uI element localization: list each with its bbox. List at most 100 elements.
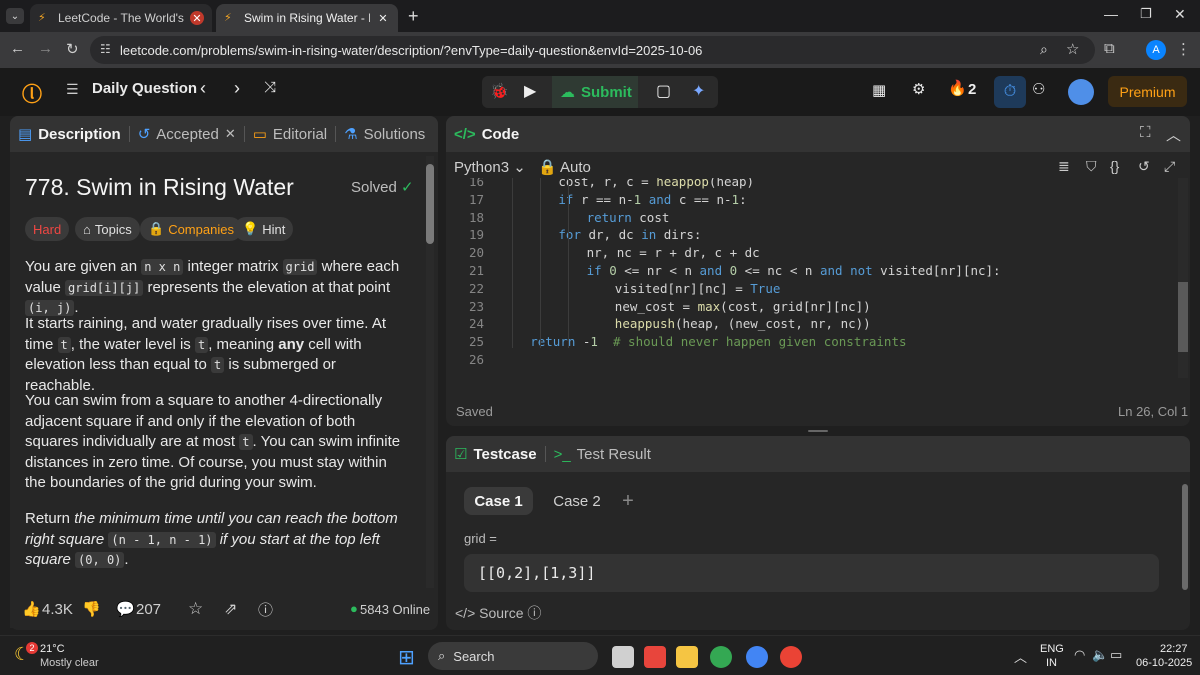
daily-question-link[interactable]: Daily Question	[92, 80, 197, 97]
tab-editorial[interactable]: ▭ Editorial	[245, 125, 335, 144]
debug-icon[interactable]: 🐞	[490, 82, 509, 100]
braces-icon[interactable]: {}	[1110, 158, 1119, 174]
url-field[interactable]: ☷ leetcode.com/problems/swim-in-rising-w…	[90, 36, 1095, 64]
difficulty-badge[interactable]: Hard	[25, 217, 70, 241]
code-line[interactable]: 18 return cost	[446, 210, 1176, 228]
back-icon[interactable]: ←	[10, 40, 25, 57]
notes-icon[interactable]: ▢	[656, 81, 671, 101]
run-icon[interactable]: ▶	[524, 81, 536, 101]
add-case-icon[interactable]: +	[616, 487, 640, 515]
auto-mode-toggle[interactable]: 🔒 Auto	[538, 158, 591, 176]
source-link[interactable]: </> Source ⓘ	[455, 603, 541, 623]
tab-accepted[interactable]: ↺ Accepted ✕	[130, 125, 244, 144]
tab-test-result[interactable]: >_ Test Result	[546, 446, 659, 463]
code-tab[interactable]: </> Code	[446, 126, 527, 143]
timer-icon[interactable]: ⏱	[994, 76, 1026, 108]
code-line[interactable]: 23 new_cost = max(cost, grid[nr][nc])	[446, 299, 1176, 317]
scrollbar-thumb[interactable]	[426, 164, 434, 244]
show-hidden-icons-icon[interactable]: ︿	[1014, 647, 1027, 666]
code-line[interactable]: 17 if r == n-1 and c == n-1:	[446, 192, 1176, 210]
restore-icon[interactable]: ❐	[1140, 6, 1152, 22]
collapse-chevron-icon[interactable]: ︿	[1166, 124, 1181, 145]
layout-grid-icon[interactable]: ▦	[872, 81, 886, 99]
hint-button[interactable]: 💡 Hint	[234, 217, 294, 241]
add-friend-icon[interactable]: ⚇	[1032, 80, 1045, 98]
site-info-icon[interactable]: ☷	[100, 42, 111, 56]
code-line[interactable]: 24 heappush(heap, (new_cost, nr, nc))	[446, 316, 1176, 334]
code-line[interactable]: 21 if 0 <= nr < n and 0 <= nc < n and not…	[446, 263, 1176, 281]
maximize-icon[interactable]: ⛶	[1140, 124, 1151, 141]
submit-button[interactable]: ☁ Submit	[552, 76, 638, 108]
code-line[interactable]: 20 nr, nc = r + dr, c + dc	[446, 245, 1176, 263]
comment-icon[interactable]: 💬	[116, 600, 135, 618]
help-icon[interactable]: ⓘ	[258, 599, 273, 620]
resize-handle[interactable]	[808, 430, 828, 432]
forward-icon[interactable]: →	[38, 40, 53, 57]
thumbs-down-icon[interactable]: 👎	[82, 600, 101, 618]
testcase-scrollbar[interactable]	[1182, 484, 1188, 590]
battery-icon[interactable]: ▭	[1110, 647, 1122, 663]
prev-problem-icon[interactable]: ‹	[200, 78, 206, 99]
task-view-icon[interactable]	[612, 646, 634, 668]
reset-icon[interactable]: ↺	[1138, 158, 1150, 175]
chrome-profile-icon[interactable]	[746, 646, 768, 668]
tab-solutions[interactable]: ⚗ Solutions	[336, 125, 433, 144]
close-tab-icon[interactable]: ✕	[376, 11, 390, 25]
code-line[interactable]: 26	[446, 352, 1176, 370]
format-icon[interactable]: ≣	[1058, 158, 1070, 175]
bookmark-icon[interactable]: ⛉	[1086, 158, 1097, 175]
shuffle-icon[interactable]: ⤨	[264, 79, 276, 96]
problem-list-icon[interactable]: ☰	[66, 81, 79, 98]
close-tab-icon[interactable]: ✕	[225, 126, 236, 142]
next-problem-icon[interactable]: ›	[234, 78, 240, 99]
companies-button[interactable]: 🔒 Companies	[140, 217, 242, 241]
code-line[interactable]: 19 for dr, dc in dirs:	[446, 227, 1176, 245]
user-avatar[interactable]	[1068, 79, 1094, 105]
favorite-star-icon[interactable]: ☆	[188, 599, 203, 619]
minimize-icon[interactable]: —	[1104, 6, 1118, 22]
profile-avatar[interactable]: A	[1146, 40, 1166, 60]
chrome-icon[interactable]	[710, 646, 732, 668]
close-tab-icon[interactable]: ✕	[190, 11, 204, 25]
ai-sparkle-icon[interactable]: ✦	[692, 81, 705, 101]
case-1-tab[interactable]: Case 1	[464, 487, 533, 515]
volume-icon[interactable]: 🔈	[1092, 647, 1108, 663]
case-2-tab[interactable]: Case 2	[545, 487, 609, 515]
language-select[interactable]: Python3 ⌄	[454, 158, 526, 176]
taskbar-search[interactable]: ⌕ Search	[428, 642, 598, 670]
tab-testcase[interactable]: ☑ Testcase	[446, 445, 545, 464]
menu-kebab-icon[interactable]: ⋮	[1176, 40, 1191, 58]
grid-input[interactable]: [[0,2],[1,3]]	[464, 554, 1159, 592]
code-line[interactable]: 25 return -1 # should never happen given …	[446, 334, 1176, 352]
code-editor[interactable]: 16 cost, r, c = heappop(heap) 17 if r == n-…	[446, 178, 1188, 394]
settings-gear-icon[interactable]: ⚙	[912, 80, 925, 98]
windows-start-icon[interactable]: ⊞	[398, 645, 415, 670]
wifi-icon[interactable]: ◠	[1074, 647, 1085, 663]
share-icon[interactable]: ⇗	[224, 599, 237, 619]
zoom-icon[interactable]: ⌕	[1040, 41, 1048, 58]
chrome-alt-icon[interactable]	[780, 646, 802, 668]
new-tab-icon[interactable]: +	[408, 6, 419, 27]
topics-button[interactable]: ⌂ Topics	[75, 217, 140, 241]
premium-button[interactable]: Premium	[1108, 76, 1187, 107]
brave-browser-icon[interactable]	[644, 646, 666, 668]
file-explorer-icon[interactable]	[676, 646, 698, 668]
code-line[interactable]: 16 cost, r, c = heappop(heap)	[446, 178, 1176, 192]
close-window-icon[interactable]: ✕	[1174, 6, 1186, 23]
weather-widget[interactable]: ☾ 2	[14, 642, 38, 666]
clock-time[interactable]: 22:27	[1160, 643, 1188, 655]
description-scrollbar[interactable]	[426, 156, 434, 588]
browser-tab-leetcode-home[interactable]: ⚡ LeetCode - The World's Leading ✕	[30, 4, 212, 32]
thumbs-up-icon[interactable]: 👍	[22, 600, 41, 618]
bookmark-star-icon[interactable]: ☆	[1066, 40, 1079, 58]
reload-icon[interactable]: ↻	[66, 40, 79, 58]
tab-description[interactable]: ▤ Description	[10, 125, 129, 144]
browser-tab-swim-in-rising-water[interactable]: ⚡ Swim in Rising Water - LeetCod ✕	[216, 4, 398, 32]
language-indicator[interactable]: ENG	[1040, 643, 1064, 655]
tab-search-icon[interactable]: ⌄	[6, 8, 24, 24]
extensions-icon[interactable]: ⧉	[1104, 40, 1115, 57]
code-line[interactable]: 22 visited[nr][nc] = True	[446, 281, 1176, 299]
streak-fire-icon[interactable]: 🔥	[948, 79, 967, 97]
fullscreen-icon[interactable]: ⤢	[1164, 158, 1175, 175]
leetcode-logo-icon[interactable]: ⓛ	[22, 78, 42, 107]
